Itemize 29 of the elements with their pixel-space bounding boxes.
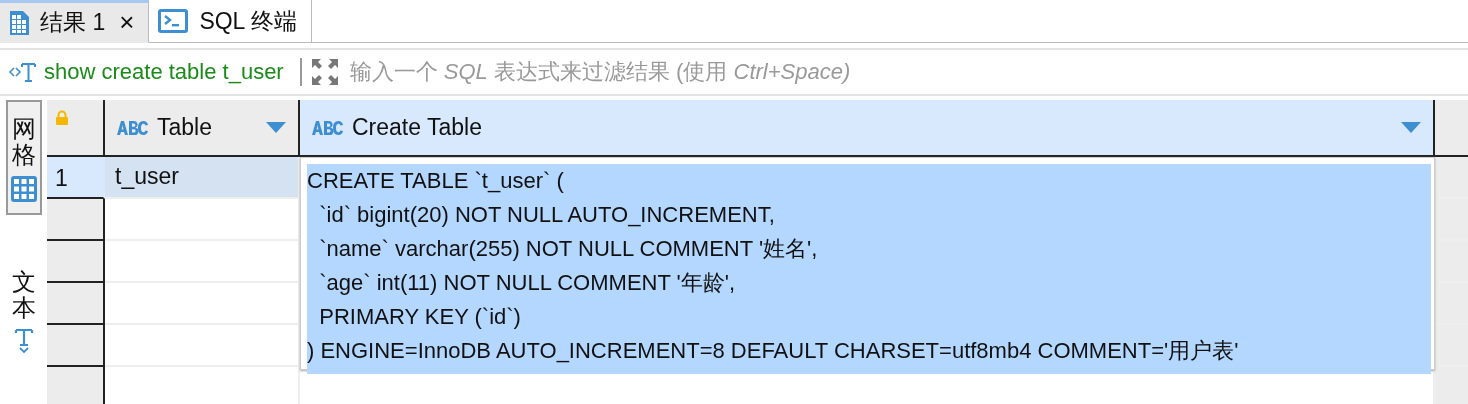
- result-tab[interactable]: 结果 1 ×: [0, 0, 150, 43]
- column-header[interactable]: Table: [105, 100, 300, 155]
- grid-document-icon: [8, 9, 30, 36]
- result-tab[interactable]: SQL 终端: [149, 0, 312, 43]
- code-line: PRIMARY KEY (`id`): [318, 303, 522, 331]
- text-cursor-icon: [8, 60, 38, 84]
- code-line: `name` varchar(255) NOT NULL COMMENT '姓名',: [318, 235, 819, 263]
- query-text: show create table t_user: [44, 59, 284, 85]
- text-type-icon: [312, 120, 344, 135]
- code-line: `id` bigint(20) NOT NULL AUTO_INCREMENT,: [318, 201, 776, 229]
- close-button[interactable]: ×: [119, 7, 135, 38]
- code-line: ) ENGINE=InnoDB AUTO_INCREMENT=8 DEFAULT CHARSET=utf8mb4 COMMENT='用户表': [307, 337, 1240, 365]
- row-number: 1: [47, 157, 105, 199]
- view-tab[interactable]: 文本: [5, 254, 42, 364]
- dropdown-icon[interactable]: [266, 121, 286, 134]
- grid-icon: [9, 174, 38, 203]
- code-line: CREATE TABLE `t_user` (: [307, 167, 565, 195]
- expand-icon[interactable]: [309, 57, 340, 87]
- text-format-icon: [12, 327, 35, 354]
- terminal-icon: [157, 8, 190, 34]
- row-header: [47, 367, 105, 404]
- view-tab[interactable]: 网格: [5, 100, 42, 215]
- code-line: `age` int(11) NOT NULL COMMENT '年龄',: [318, 269, 737, 297]
- table-cell[interactable]: t_user: [105, 157, 300, 197]
- text-type-icon: [117, 120, 149, 135]
- lock-icon: [55, 110, 69, 126]
- empty-header-area: [1435, 100, 1468, 155]
- column-header[interactable]: Create Table: [300, 100, 1435, 155]
- dropdown-icon[interactable]: [1401, 121, 1421, 134]
